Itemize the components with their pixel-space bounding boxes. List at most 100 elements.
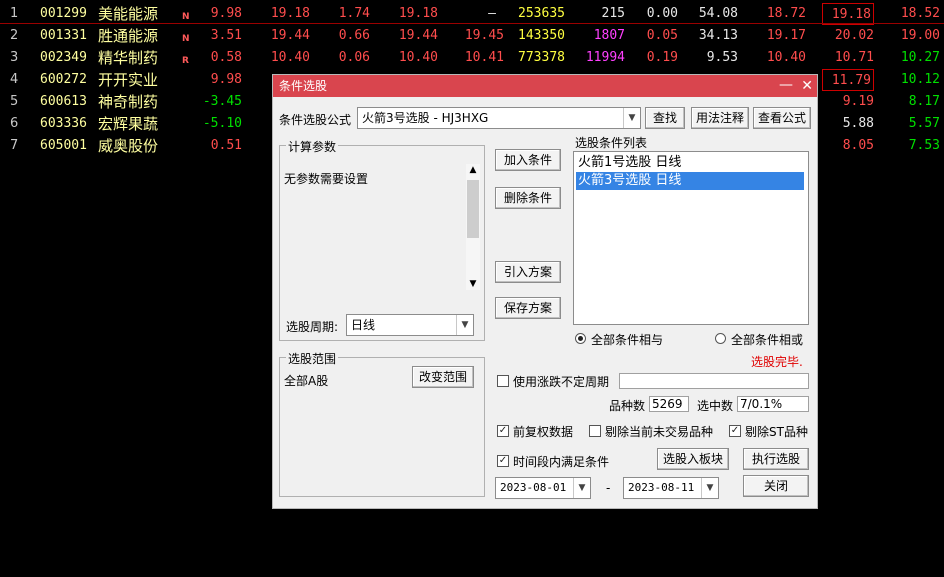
selected-label: 选中数: [697, 399, 734, 413]
date-to-value: 2023-08-11: [628, 481, 695, 494]
chevron-down-icon[interactable]: ▼: [573, 478, 590, 498]
minimize-icon[interactable]: —: [779, 75, 793, 95]
current-vol: 215: [601, 6, 625, 21]
stock-code: 002349: [40, 50, 87, 65]
date-from-select[interactable]: 2023-08-01 ▼: [495, 477, 591, 499]
formula-select[interactable]: 火箭3号选股 - HJ3HXG ▼: [357, 107, 641, 129]
change-pct: -3.45: [202, 94, 242, 109]
save-scheme-button[interactable]: 保存方案: [495, 297, 561, 319]
row-index: 1: [10, 6, 19, 21]
dialog-title-bar[interactable]: 条件选股 — ✕: [273, 75, 817, 97]
count-label: 品种数: [609, 399, 646, 413]
turnover: 34.13: [698, 28, 738, 43]
ask: 19.45: [464, 28, 504, 43]
low: 18.52: [900, 6, 940, 21]
row-index: 5: [10, 94, 19, 109]
high: 11.79: [822, 69, 874, 91]
change-pct: 9.98: [210, 6, 242, 21]
stock-code: 605001: [40, 138, 87, 153]
close-button[interactable]: 关闭: [743, 475, 809, 497]
change-pct: -5.10: [202, 116, 242, 131]
radio-all-and-label: 全部条件相与: [591, 333, 664, 347]
execute-button[interactable]: 执行选股: [743, 448, 809, 470]
exclude-st-label: 剔除ST品种: [745, 425, 808, 439]
time-cond-checkbox[interactable]: ✓: [497, 455, 509, 467]
change: 0.06: [338, 50, 370, 65]
scroll-down-icon[interactable]: ▼: [466, 278, 480, 290]
date-to-select[interactable]: 2023-08-11 ▼: [623, 477, 719, 499]
scroll-up-icon[interactable]: ▲: [466, 164, 480, 176]
range-group: 选股范围 全部A股 改变范围: [279, 350, 485, 497]
condition-list[interactable]: 火箭1号选股 日线 火箭3号选股 日线: [573, 151, 809, 325]
table-row[interactable]: 2 001331 胜通能源 N 3.51 19.44 0.66 19.44 19…: [0, 25, 944, 47]
params-scrollbar[interactable]: ▲ ▼: [466, 164, 480, 290]
radio-all-and[interactable]: [575, 333, 586, 344]
to-block-button[interactable]: 选股入板块: [657, 448, 729, 470]
close-icon[interactable]: ✕: [801, 75, 813, 97]
volume: 773378: [518, 50, 565, 65]
turnover: 54.08: [698, 6, 738, 21]
high: 5.88: [842, 116, 874, 131]
add-condition-button[interactable]: 加入条件: [495, 149, 561, 171]
view-formula-button[interactable]: 查看公式: [753, 107, 811, 129]
low: 7.53: [908, 138, 940, 153]
condition-list-caption: 选股条件列表: [575, 136, 648, 150]
fq-checkbox[interactable]: ✓: [497, 425, 509, 437]
high: 10.71: [834, 50, 874, 65]
use-period-checkbox[interactable]: [497, 375, 509, 387]
row-index: 6: [10, 116, 19, 131]
price: 19.18: [270, 6, 310, 21]
time-cond-label: 时间段内满足条件: [513, 455, 610, 469]
status-text: 选股完毕.: [751, 355, 803, 369]
params-caption: 计算参数: [286, 138, 339, 155]
exclude-st-checkbox[interactable]: ✓: [729, 425, 741, 437]
list-item[interactable]: 火箭1号选股 日线: [576, 154, 804, 172]
speed: 0.05: [646, 28, 678, 43]
bid: 19.18: [398, 6, 438, 21]
stock-name: 威奥股份: [98, 137, 159, 155]
ask: —: [488, 6, 496, 21]
high: 19.18: [822, 3, 874, 25]
exclude-untraded-label: 剔除当前未交易品种: [605, 425, 714, 439]
speed: 0.19: [646, 50, 678, 65]
scroll-thumb[interactable]: [467, 180, 479, 238]
price: 10.40: [270, 50, 310, 65]
row-divider: [0, 23, 944, 24]
row-index: 7: [10, 138, 19, 153]
date-from-value: 2023-08-01: [500, 481, 567, 494]
chevron-down-icon[interactable]: ▼: [456, 315, 473, 335]
high: 8.05: [842, 138, 874, 153]
period-select[interactable]: 日线 ▼: [346, 314, 474, 336]
import-scheme-button[interactable]: 引入方案: [495, 261, 561, 283]
change-pct: 3.51: [210, 28, 242, 43]
low: 5.57: [908, 116, 940, 131]
delete-condition-button[interactable]: 删除条件: [495, 187, 561, 209]
selected-field: 7/0.1%: [737, 396, 809, 412]
change-range-button[interactable]: 改变范围: [412, 366, 474, 388]
stock-name: 胜通能源: [98, 27, 159, 45]
find-button[interactable]: 查找: [645, 107, 685, 129]
table-row[interactable]: 1 001299 美能能源 N 9.98 19.18 1.74 19.18 — …: [0, 3, 944, 25]
chevron-down-icon[interactable]: ▼: [623, 108, 640, 128]
low: 10.12: [900, 72, 940, 87]
use-period-label: 使用涨跌不定周期: [513, 375, 610, 389]
params-text: 无参数需要设置: [284, 172, 369, 186]
chevron-down-icon[interactable]: ▼: [701, 478, 718, 498]
exclude-untraded-checkbox[interactable]: [589, 425, 601, 437]
list-item-selected[interactable]: 火箭3号选股 日线: [576, 172, 804, 190]
period-input[interactable]: [619, 373, 809, 389]
low: 10.27: [900, 50, 940, 65]
table-row[interactable]: 3 002349 精华制药 R 0.58 10.40 0.06 10.40 10…: [0, 47, 944, 69]
row-index: 4: [10, 72, 19, 87]
radio-all-or[interactable]: [715, 333, 726, 344]
stock-code: 001331: [40, 28, 87, 43]
row-index: 3: [10, 50, 19, 65]
speed: 0.00: [646, 6, 678, 21]
stock-code: 001299: [40, 6, 87, 21]
bid: 19.44: [398, 28, 438, 43]
change-pct: 0.51: [210, 138, 242, 153]
open: 10.40: [766, 50, 806, 65]
stock-name: 宏辉果蔬: [98, 115, 159, 133]
usage-notes-button[interactable]: 用法注释: [691, 107, 749, 129]
volume: 143350: [518, 28, 565, 43]
